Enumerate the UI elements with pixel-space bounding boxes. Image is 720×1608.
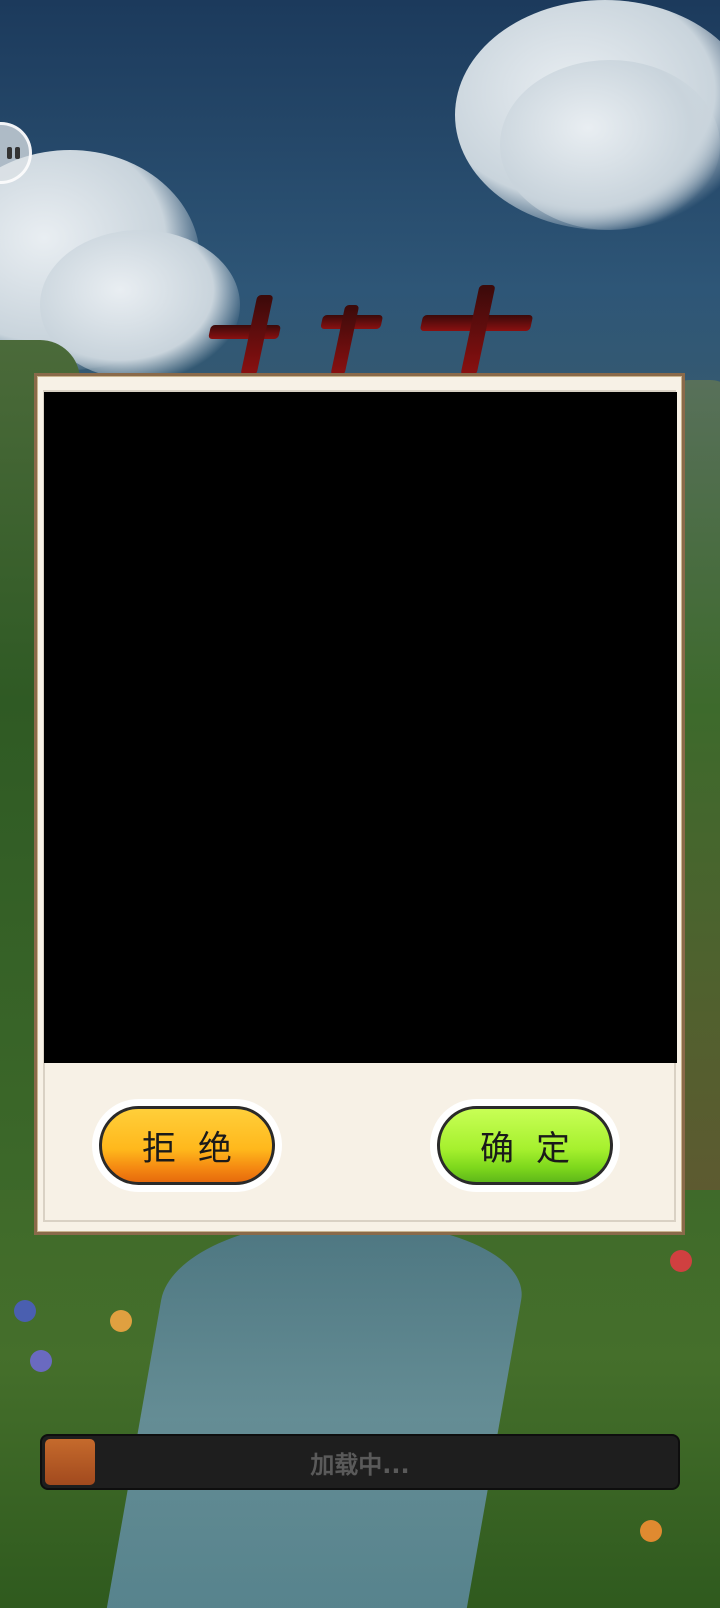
confirm-button[interactable]: 确定	[437, 1106, 613, 1185]
game-screen: 拒绝 确定 加载中...	[0, 0, 720, 1608]
refuse-button-label: 拒绝	[142, 1129, 254, 1169]
dialog-content-area	[44, 392, 677, 1063]
eye-icon	[15, 147, 20, 159]
background-cloud	[500, 60, 720, 230]
loading-progress-bar: 加载中...	[40, 1434, 680, 1490]
eye-icon	[7, 147, 12, 159]
confirm-button-label: 确定	[480, 1129, 592, 1169]
background-flower	[14, 1300, 36, 1322]
background-flower	[640, 1520, 662, 1542]
consent-dialog: 拒绝 确定	[34, 373, 685, 1235]
background-flower	[30, 1350, 52, 1372]
refuse-button[interactable]: 拒绝	[99, 1106, 275, 1185]
background-flower	[110, 1310, 132, 1332]
loading-text: 加载中...	[310, 1450, 410, 1479]
game-logo	[180, 285, 599, 375]
background-flower	[670, 1250, 692, 1272]
